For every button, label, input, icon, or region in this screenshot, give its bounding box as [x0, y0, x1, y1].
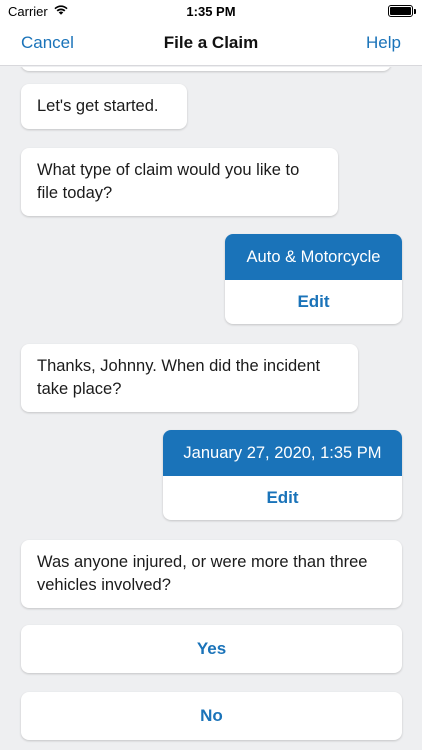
- edit-answer-button[interactable]: Edit: [163, 476, 402, 520]
- status-bar: Carrier 1:35 PM: [0, 0, 422, 22]
- status-time: 1:35 PM: [186, 4, 236, 19]
- user-answer-incident-date: January 27, 2020, 1:35 PM Edit: [163, 430, 402, 520]
- bot-message: What type of claim would you like to fil…: [21, 148, 338, 216]
- page-title: File a Claim: [163, 33, 259, 52]
- user-answer-claim-type: Auto & Motorcycle Edit: [225, 234, 402, 324]
- edit-answer-button[interactable]: Edit: [225, 280, 402, 324]
- bot-message: Was anyone injured, or were more than th…: [21, 540, 402, 608]
- user-answer-text: January 27, 2020, 1:35 PM: [163, 430, 402, 476]
- user-answer-text: Auto & Motorcycle: [225, 234, 402, 280]
- help-button[interactable]: Help: [366, 33, 401, 53]
- bot-message-partial: [21, 67, 391, 71]
- yes-option-button[interactable]: Yes: [21, 625, 402, 673]
- battery-icon: [388, 5, 416, 17]
- navigation-bar: Cancel File a Claim Help: [0, 22, 422, 66]
- bot-message: Thanks, Johnny. When did the incident ta…: [21, 344, 358, 412]
- bot-message: Let's get started.: [21, 84, 187, 129]
- no-option-button[interactable]: No: [21, 692, 402, 740]
- chat-thread[interactable]: Let's get started. What type of claim wo…: [0, 67, 422, 750]
